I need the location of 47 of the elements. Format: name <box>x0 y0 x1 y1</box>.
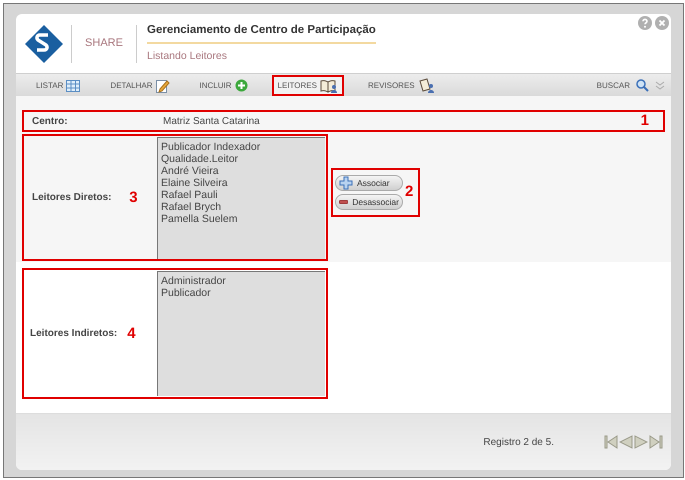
field-label: Leitores Indiretos: <box>30 327 118 341</box>
minus-icon <box>339 199 348 205</box>
list-item[interactable]: Publicador Indexador <box>161 140 322 152</box>
logo-icon <box>24 24 64 64</box>
tab[interactable]: REVISORES <box>362 75 442 96</box>
field-label: Centro: <box>32 114 69 128</box>
list-item[interactable]: Publicador <box>161 287 322 299</box>
callout-number: 2 <box>405 182 414 202</box>
first-page-icon[interactable] <box>604 435 618 449</box>
action-button[interactable]: Desassociar <box>335 194 403 210</box>
list-item[interactable]: Administrador <box>161 275 322 287</box>
page-title: Gerenciamento de Centro de Participação <box>147 22 376 44</box>
action-button[interactable]: Associar <box>335 175 403 191</box>
book-user-icon <box>320 78 338 92</box>
brand-name: SHARE <box>84 36 124 52</box>
document-user-icon <box>418 78 436 93</box>
record-counter: Registro 2 de 5. <box>483 436 554 450</box>
list-item[interactable]: Rafael Pauli <box>161 188 322 200</box>
plus-icon <box>234 79 248 92</box>
edit-icon <box>156 78 170 92</box>
tab[interactable]: LISTAR <box>30 75 86 96</box>
list-item[interactable]: André Vieira <box>161 164 322 176</box>
callout-number: 3 <box>129 188 138 206</box>
help-icon[interactable] <box>638 16 652 30</box>
page-subtitle: Listando Leitores <box>147 49 228 64</box>
table-icon <box>66 80 80 92</box>
field-value: Matriz Santa Catarina <box>163 114 261 128</box>
chevron-down-icon[interactable] <box>655 81 665 90</box>
callout-number: 1 <box>640 110 649 131</box>
search-icon <box>636 79 649 92</box>
list-box[interactable]: Administrador Publicador <box>157 271 325 396</box>
field-label: Leitores Diretos: <box>32 191 112 205</box>
tab[interactable]: DETALHAR <box>104 75 176 96</box>
callout-number: 4 <box>127 324 136 342</box>
list-item[interactable]: Elaine Silveira <box>161 176 322 188</box>
list-item[interactable]: Qualidade.Leitor <box>161 152 322 164</box>
list-box[interactable]: Publicador Indexador Qualidade.Leitor André Vieira Elaine Silveira Rafael Pauli Rafael Brych Pamella Suelem <box>157 136 325 258</box>
previous-page-icon[interactable] <box>619 435 633 449</box>
last-page-icon[interactable] <box>649 435 663 449</box>
close-icon[interactable] <box>655 16 669 30</box>
next-page-icon[interactable] <box>634 435 648 449</box>
tab[interactable]: LEITORES <box>272 75 344 96</box>
tab[interactable]: INCLUIR <box>194 75 254 96</box>
list-item[interactable]: Rafael Brych <box>161 200 322 212</box>
search-button[interactable]: BUSCAR <box>596 75 649 96</box>
list-item[interactable]: Pamella Suelem <box>161 212 322 224</box>
plus-icon <box>339 176 353 190</box>
